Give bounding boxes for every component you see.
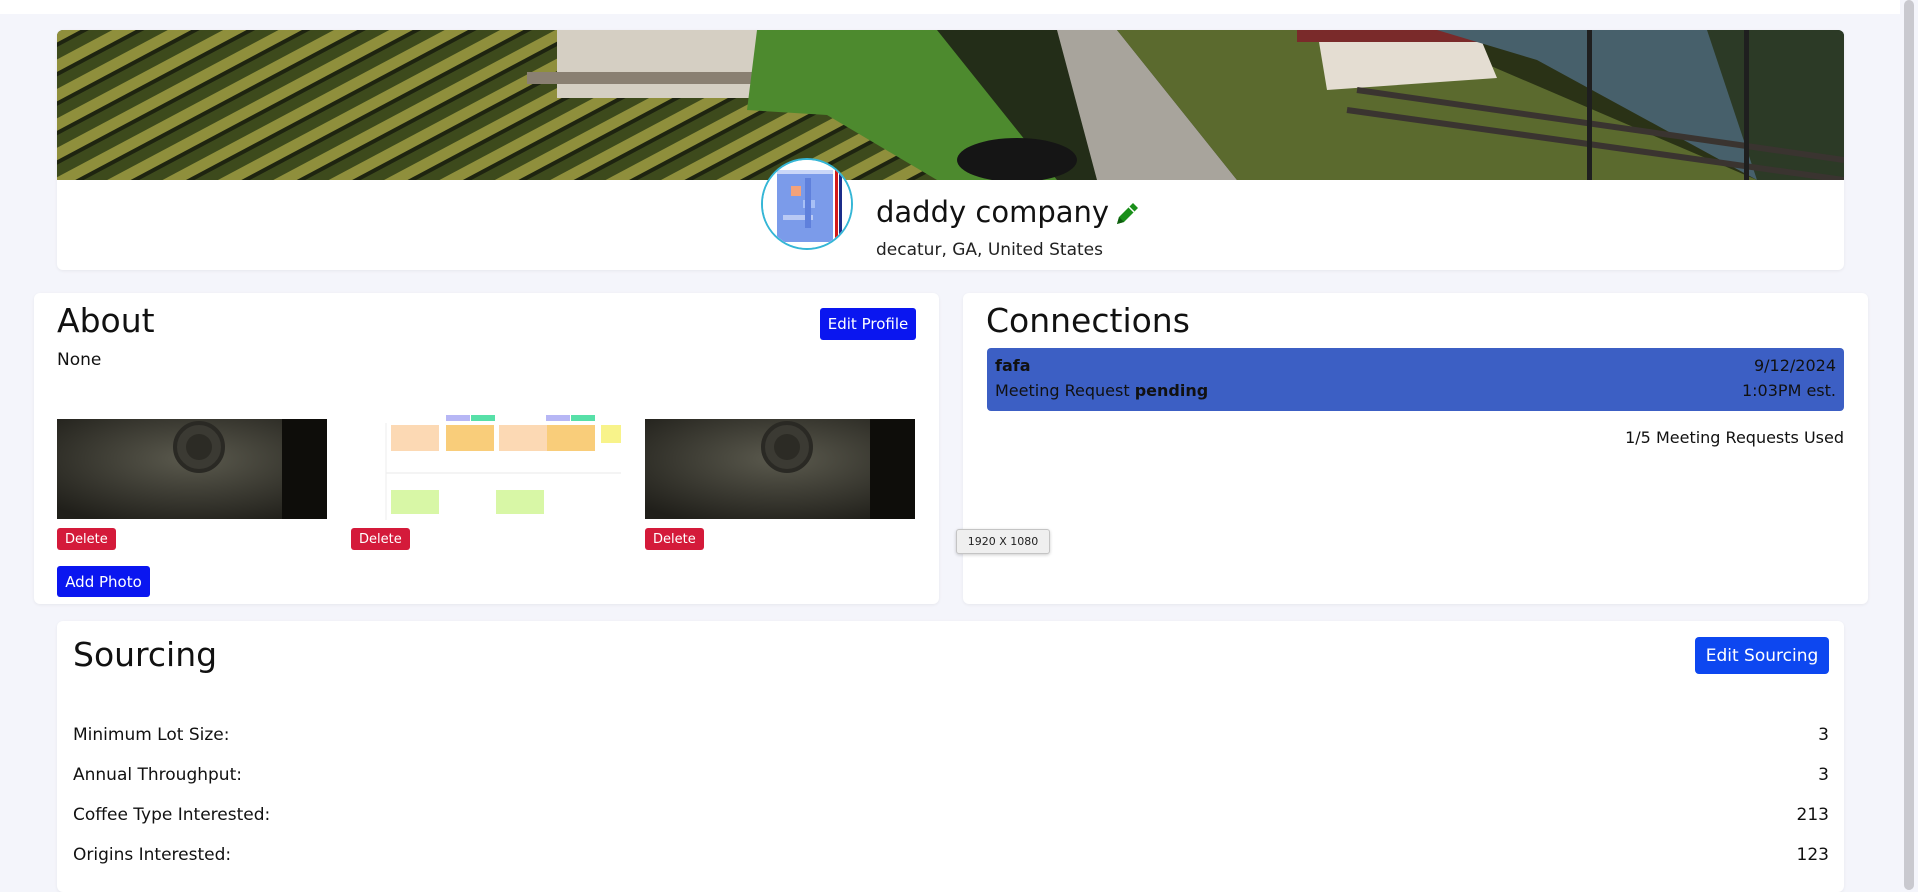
connection-name: fafa	[995, 356, 1031, 375]
sourcing-title: Sourcing	[73, 635, 218, 674]
sourcing-label: Origins Interested:	[73, 845, 232, 865]
connection-request: Meeting Request pending	[995, 381, 1208, 400]
connection-request-prefix: Meeting Request	[995, 381, 1130, 400]
connection-date: 9/12/2024	[1753, 356, 1836, 375]
top-strip	[0, 0, 1900, 14]
pencil-icon[interactable]	[1112, 198, 1142, 228]
photo-2	[351, 415, 621, 525]
company-name: daddy company	[876, 195, 1110, 229]
sourcing-value: 213	[1796, 805, 1829, 825]
photo-1	[57, 419, 327, 519]
delete-photo-1-button[interactable]: Delete	[57, 528, 116, 550]
sourcing-label: Coffee Type Interested:	[73, 805, 271, 825]
sourcing-row: Coffee Type Interested: 213	[73, 805, 1829, 829]
sourcing-label: Minimum Lot Size:	[73, 725, 230, 745]
connection-status: pending	[1134, 381, 1209, 400]
edit-sourcing-button[interactable]: Edit Sourcing	[1695, 637, 1829, 674]
delete-photo-3-button[interactable]: Delete	[645, 528, 704, 550]
connection-time: 1:03PM est.	[1741, 381, 1836, 400]
sourcing-row: Annual Throughput: 3	[73, 765, 1829, 789]
profile-header: daddy company decatur, GA, United States	[57, 30, 1844, 270]
delete-photo-2-button[interactable]: Delete	[351, 528, 410, 550]
connections-title: Connections	[986, 301, 1190, 340]
photo-3	[645, 419, 915, 519]
sourcing-label: Annual Throughput:	[73, 765, 242, 785]
banner-image	[57, 30, 1844, 180]
sourcing-value: 123	[1796, 845, 1829, 865]
sourcing-value: 3	[1818, 725, 1829, 745]
sourcing-row: Minimum Lot Size: 3	[73, 725, 1829, 749]
scrollbar-track[interactable]	[1900, 0, 1918, 892]
about-title: About	[57, 301, 155, 340]
about-text: None	[57, 350, 102, 370]
screen-size-tooltip: 1920 X 1080	[956, 529, 1050, 554]
sourcing-card: Sourcing Edit Sourcing Minimum Lot Size:…	[57, 621, 1844, 892]
connection-item[interactable]: fafa Meeting Request pending 9/12/2024 1…	[987, 348, 1844, 411]
scrollbar-thumb[interactable]	[1904, 0, 1914, 890]
sourcing-value: 3	[1818, 765, 1829, 785]
about-card: About Edit Profile None Delete Delete De…	[34, 293, 939, 604]
sourcing-row: Origins Interested: 123	[73, 845, 1829, 869]
company-location: decatur, GA, United States	[876, 240, 1103, 260]
meeting-requests-usage: 1/5 Meeting Requests Used	[1625, 428, 1844, 447]
company-avatar[interactable]	[761, 158, 853, 250]
connections-card: Connections fafa Meeting Request pending…	[963, 293, 1868, 604]
add-photo-button[interactable]: Add Photo	[57, 566, 150, 597]
edit-profile-button[interactable]: Edit Profile	[820, 308, 916, 340]
